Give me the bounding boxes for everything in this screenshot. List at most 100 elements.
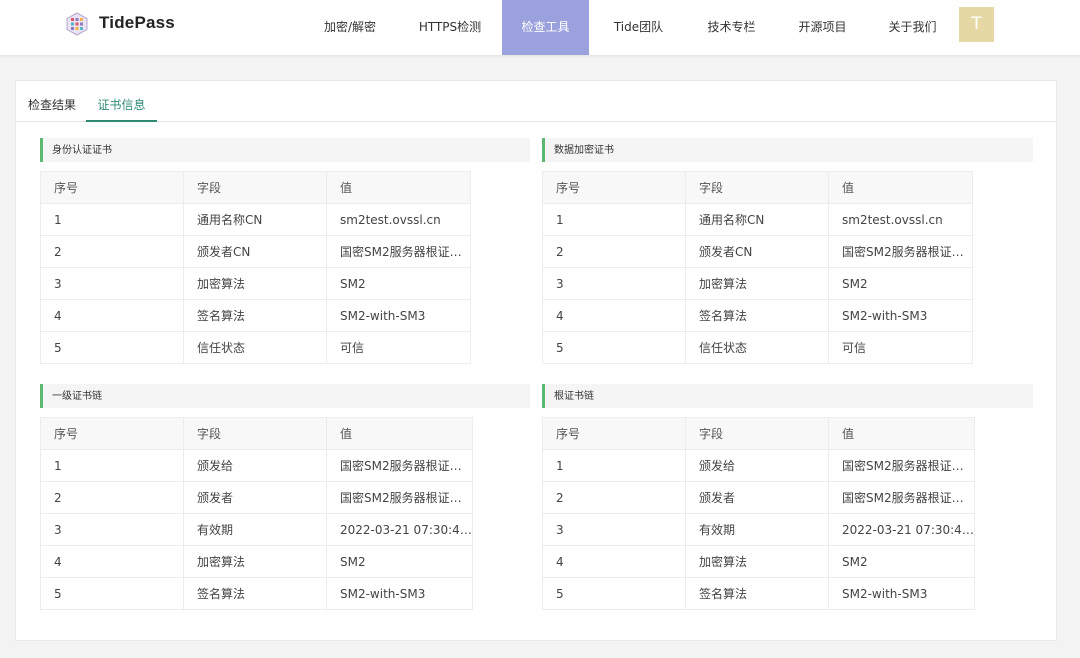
cell-field: 签名算法: [685, 299, 829, 332]
top-header: TidePass 加密/解密 HTTPS检测 检查工具 Tide团队 技术专栏 …: [0, 0, 1080, 55]
table-header-row: 序号 字段 值: [40, 171, 471, 204]
cell-value: 国密SM2服务器根证…: [828, 235, 973, 268]
nav-item-open-source[interactable]: 开源项目: [775, 0, 870, 55]
cell-index: 1: [40, 203, 184, 236]
auth-cert-table: 序号 字段 值 1 通用名称CN sm2test.ovssl.cn 2 颁发者CN 国密…: [40, 171, 471, 364]
section-title-data-encryption-cert: 数据加密证书: [542, 138, 1033, 162]
cell-field: 有效期: [685, 513, 829, 546]
user-avatar[interactable]: T: [959, 7, 994, 42]
cell-field: 通用名称CN: [685, 203, 829, 236]
table-row: 1 颁发给 国密SM2服务器根证…: [542, 449, 975, 482]
cell-index: 5: [542, 331, 686, 364]
cell-value: 可信: [326, 331, 471, 364]
table-header-row: 序号 字段 值: [542, 417, 975, 450]
cell-field: 通用名称CN: [183, 203, 327, 236]
cell-value: 国密SM2服务器根证…: [828, 481, 975, 514]
cell-field: 颁发者: [183, 481, 327, 514]
cell-value: 2022-03-21 07:30:4…: [828, 513, 975, 546]
nav-item-encrypt[interactable]: 加密/解密: [302, 0, 398, 55]
table-row: 2 颁发者 国密SM2服务器根证…: [542, 481, 975, 514]
cell-value: SM2: [828, 267, 973, 300]
cell-field: 签名算法: [183, 577, 327, 610]
table-row: 3 有效期 2022-03-21 07:30:4…: [542, 513, 975, 546]
cell-index: 2: [40, 235, 184, 268]
main-nav: 加密/解密 HTTPS检测 检查工具 Tide团队 技术专栏 开源项目 关于我们: [302, 0, 955, 55]
column-header: 序号: [542, 417, 686, 450]
cell-index: 4: [40, 545, 184, 578]
nav-item-check-tools[interactable]: 检查工具: [502, 0, 589, 55]
cell-field: 颁发者CN: [183, 235, 327, 268]
table-row: 2 颁发者 国密SM2服务器根证…: [40, 481, 473, 514]
cell-field: 加密算法: [183, 545, 327, 578]
cell-index: 2: [542, 235, 686, 268]
cell-index: 3: [542, 267, 686, 300]
cell-value: SM2-with-SM3: [828, 299, 973, 332]
cell-value: 国密SM2服务器根证…: [828, 449, 975, 482]
cell-field: 信任状态: [183, 331, 327, 364]
cell-field: 颁发给: [685, 449, 829, 482]
column-header: 序号: [40, 171, 184, 204]
table-row: 4 签名算法 SM2-with-SM3: [40, 299, 471, 332]
cell-index: 5: [542, 577, 686, 610]
cell-value: sm2test.ovssl.cn: [326, 203, 471, 236]
column-header: 值: [828, 417, 975, 450]
cell-value: SM2: [326, 267, 471, 300]
cell-value: SM2-with-SM3: [326, 299, 471, 332]
tidepass-logo-icon: [66, 12, 88, 36]
cell-index: 4: [542, 299, 686, 332]
cell-index: 5: [40, 331, 184, 364]
cell-field: 颁发者CN: [685, 235, 829, 268]
column-header: 字段: [183, 417, 327, 450]
cell-field: 加密算法: [183, 267, 327, 300]
cell-value: 国密SM2服务器根证…: [326, 235, 471, 268]
table-row: 2 颁发者CN 国密SM2服务器根证…: [542, 235, 973, 268]
table-row: 5 信任状态 可信: [542, 331, 973, 364]
table-row: 4 签名算法 SM2-with-SM3: [542, 299, 973, 332]
tab-bar: 检查结果 证书信息: [16, 81, 1056, 122]
table-row: 1 颁发给 国密SM2服务器根证…: [40, 449, 473, 482]
cell-field: 有效期: [183, 513, 327, 546]
cell-index: 4: [542, 545, 686, 578]
column-header: 值: [326, 171, 471, 204]
cell-index: 3: [40, 267, 184, 300]
cell-index: 5: [40, 577, 184, 610]
cell-index: 4: [40, 299, 184, 332]
table-row: 5 信任状态 可信: [40, 331, 471, 364]
column-header: 字段: [685, 417, 829, 450]
cell-value: sm2test.ovssl.cn: [828, 203, 973, 236]
table-row: 2 颁发者CN 国密SM2服务器根证…: [40, 235, 471, 268]
cell-field: 颁发者: [685, 481, 829, 514]
cell-value: SM2-with-SM3: [828, 577, 975, 610]
section-title-intermediate-chain: 一级证书链: [40, 384, 530, 408]
nav-item-about-us[interactable]: 关于我们: [870, 0, 955, 55]
nav-item-https-check[interactable]: HTTPS检测: [398, 0, 502, 55]
table-row: 3 加密算法 SM2: [542, 267, 973, 300]
cell-field: 信任状态: [685, 331, 829, 364]
nav-item-tech-column[interactable]: 技术专栏: [688, 0, 775, 55]
table-row: 3 加密算法 SM2: [40, 267, 471, 300]
cell-index: 1: [40, 449, 184, 482]
column-header: 序号: [542, 171, 686, 204]
table-row: 5 签名算法 SM2-with-SM3: [40, 577, 473, 610]
cell-value: SM2-with-SM3: [326, 577, 473, 610]
cell-value: 国密SM2服务器根证…: [326, 481, 473, 514]
column-header: 值: [828, 171, 973, 204]
column-header: 值: [326, 417, 473, 450]
table-row: 3 有效期 2022-03-21 07:30:4…: [40, 513, 473, 546]
tab-check-results[interactable]: 检查结果: [28, 81, 86, 122]
intermediate-chain-table: 序号 字段 值 1 颁发给 国密SM2服务器根证… 2 颁发者 国密SM2服务器根证… …: [40, 417, 473, 610]
tab-certificate-info[interactable]: 证书信息: [86, 81, 157, 122]
nav-item-tide-team[interactable]: Tide团队: [589, 0, 688, 55]
cell-index: 2: [40, 481, 184, 514]
cell-value: SM2: [828, 545, 975, 578]
column-header: 字段: [183, 171, 327, 204]
section-title-auth-cert: 身份认证证书: [40, 138, 530, 162]
brand-name[interactable]: TidePass: [99, 13, 175, 33]
cell-index: 3: [542, 513, 686, 546]
cell-value: SM2: [326, 545, 473, 578]
cell-field: 加密算法: [685, 545, 829, 578]
cell-index: 3: [40, 513, 184, 546]
cell-field: 颁发给: [183, 449, 327, 482]
table-row: 4 加密算法 SM2: [40, 545, 473, 578]
table-row: 4 加密算法 SM2: [542, 545, 975, 578]
